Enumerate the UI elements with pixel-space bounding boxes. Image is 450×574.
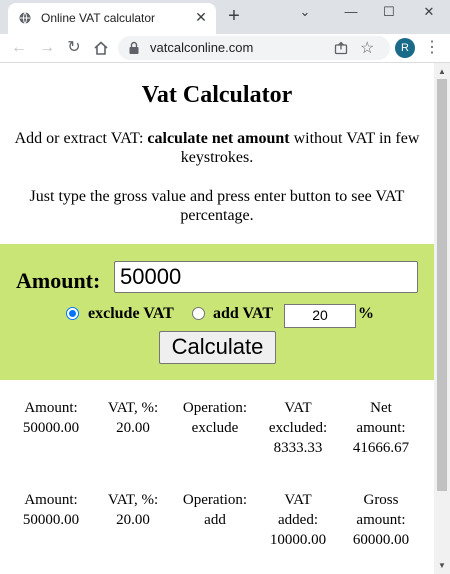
intro-bold: calculate net amount [147,130,290,147]
scrollbar-thumb[interactable] [437,79,447,491]
add-vat-radio[interactable] [192,307,205,320]
result-total-label-2: amount: [356,420,406,436]
result-amount: Amount: 50000.00 [12,398,90,438]
result-total-label-1: Net [370,400,392,416]
result-vat-amount-label-2: excluded: [268,420,328,436]
result-vat-amount-value: 10000.00 [269,532,327,548]
result-vat-amount: VAT excluded: 8333.33 [262,398,334,458]
back-arrow-icon[interactable]: ← [10,39,28,57]
forward-arrow-icon[interactable]: → [38,39,56,57]
result-vat-amount-label-2: added: [278,512,318,528]
tab-search-icon[interactable]: ⌄ [287,0,323,24]
hint-text: Just type the gross value and press ente… [29,188,405,224]
vat-rate-input[interactable]: 20 [284,304,356,328]
browser-tab[interactable]: Online VAT calculator ✕ [8,3,216,34]
kebab-menu-icon[interactable]: ⋮ [424,38,440,58]
result-total-value: 41666.67 [352,440,410,456]
result-total-label-2: amount: [356,512,406,528]
result-vat-rate-label: VAT, %: [107,492,159,508]
calculate-button[interactable]: Calculate [159,331,276,364]
result-vat-rate-label: VAT, %: [107,400,159,416]
exclude-vat-radio[interactable] [66,307,79,320]
result-amount-label: Amount: [24,400,78,416]
url-text: vatcalconline.com [150,40,254,55]
result-amount-label: Amount: [24,492,78,508]
profile-avatar[interactable]: R [395,38,415,58]
result-operation-value: add [204,512,226,528]
address-bar[interactable]: vatcalconline.com ☆ [118,36,390,60]
calculator-form: Amount: exclude VAT add VAT 20 % Calcula… [0,244,434,380]
amount-label: Amount: [16,268,101,293]
page-content: Vat Calculator Add or extract VAT: calcu… [0,63,434,574]
result-vat-amount-label-1: VAT [284,400,312,416]
result-vat-rate-value: 20.00 [116,420,150,436]
new-tab-button[interactable]: + [224,6,244,26]
scroll-down-arrow-icon[interactable]: ▼ [438,561,446,570]
result-operation-value: exclude [191,420,239,436]
reload-icon[interactable]: ↻ [65,39,83,57]
result-vat-rate-value: 20.00 [116,512,150,528]
maximize-button[interactable]: ☐ [371,0,407,24]
lock-icon[interactable] [128,41,140,55]
intro-prefix: Add or extract VAT: [14,130,148,147]
tab-title: Online VAT calculator [41,11,156,25]
result-vat-rate: VAT, %: 20.00 [98,490,168,530]
globe-icon [19,12,31,24]
result-operation-label: Operation: [182,400,248,416]
result-amount: Amount: 50000.00 [12,490,90,530]
bookmark-star-icon[interactable]: ☆ [360,38,374,58]
result-vat-amount-label-1: VAT [284,492,312,508]
minimize-button[interactable]: — [333,0,369,24]
home-icon[interactable] [92,39,110,57]
scroll-up-arrow-icon[interactable]: ▲ [438,67,446,76]
result-operation: Operation: add [174,490,256,530]
result-total: Gross amount: 60000.00 [342,490,420,550]
close-window-button[interactable]: ✕ [411,0,447,24]
result-amount-value: 50000.00 [22,420,80,436]
result-operation: Operation: exclude [174,398,256,438]
result-total: Net amount: 41666.67 [342,398,420,458]
page-scrollbar[interactable]: ▲ ▼ [434,63,450,574]
result-total-value: 60000.00 [352,532,410,548]
exclude-vat-label[interactable]: exclude VAT [88,305,174,323]
percent-sign: % [358,305,374,322]
page-title: Vat Calculator [141,82,293,108]
tab-strip: Online VAT calculator ✕ + ⌄ — ☐ ✕ [0,0,450,34]
amount-input[interactable] [114,261,418,293]
close-tab-icon[interactable]: ✕ [194,10,208,24]
result-total-label-1: Gross [363,492,399,508]
result-amount-value: 50000.00 [22,512,80,528]
intro-text: Add or extract VAT: calculate net amount… [10,129,424,167]
result-operation-label: Operation: [182,492,248,508]
browser-toolbar: ← → ↻ vatcalconline.com ☆ R ⋮ [0,34,450,63]
result-vat-rate: VAT, %: 20.00 [98,398,168,438]
result-vat-amount: VAT added: 10000.00 [262,490,334,550]
result-vat-amount-value: 8333.33 [273,440,323,456]
share-icon[interactable] [334,41,348,55]
add-vat-label[interactable]: add VAT [213,305,273,323]
